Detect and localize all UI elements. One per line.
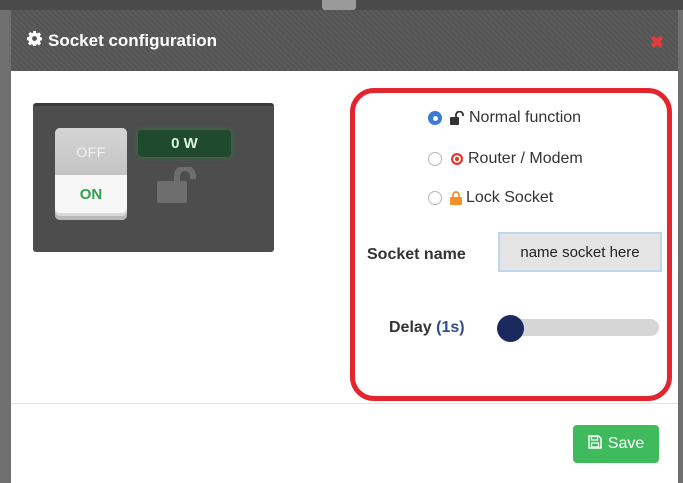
switch-on-label: ON [55,175,127,213]
delay-label-text: Delay [389,319,432,336]
power-reading: 0 W [138,130,231,157]
radio-lock[interactable] [428,191,442,205]
lock-icon [450,191,462,205]
radio-router[interactable] [428,152,442,166]
delay-value: (1s) [436,319,465,336]
mode-option-router[interactable]: Router / Modem [428,150,583,168]
gear-icon [27,31,43,51]
delay-slider-thumb[interactable] [497,315,524,342]
switch-off-label: OFF [55,128,127,175]
unlock-icon [450,111,465,125]
mode-option-lock[interactable]: Lock Socket [428,189,553,207]
mode-label-lock: Lock Socket [466,189,554,206]
background-tab [322,0,356,10]
socket-configuration-modal: Socket configuration ✖ OFF ON 0 W Normal… [11,10,678,483]
mode-option-normal[interactable]: Normal function [428,109,581,127]
floppy-disk-icon [588,434,602,454]
mode-label-router: Router / Modem [468,150,583,167]
socket-name-label: Socket name [367,246,466,263]
close-icon[interactable]: ✖ [650,33,664,53]
socket-preview-panel: OFF ON 0 W [33,103,274,252]
delay-label: Delay (1s) [389,319,465,337]
save-label: Save [607,435,645,452]
modal-title: Socket configuration [27,31,217,51]
modal-header: Socket configuration ✖ [11,10,678,71]
radio-normal[interactable] [428,111,442,125]
footer-divider [11,403,678,404]
socket-name-input[interactable] [498,232,662,272]
unlock-icon [157,165,211,212]
modal-title-text: Socket configuration [48,31,218,50]
power-switch[interactable]: OFF ON [55,128,127,220]
mode-label-normal: Normal function [469,109,582,126]
save-button[interactable]: Save [573,425,659,463]
router-icon [450,152,464,166]
delay-slider-track[interactable] [511,319,659,336]
